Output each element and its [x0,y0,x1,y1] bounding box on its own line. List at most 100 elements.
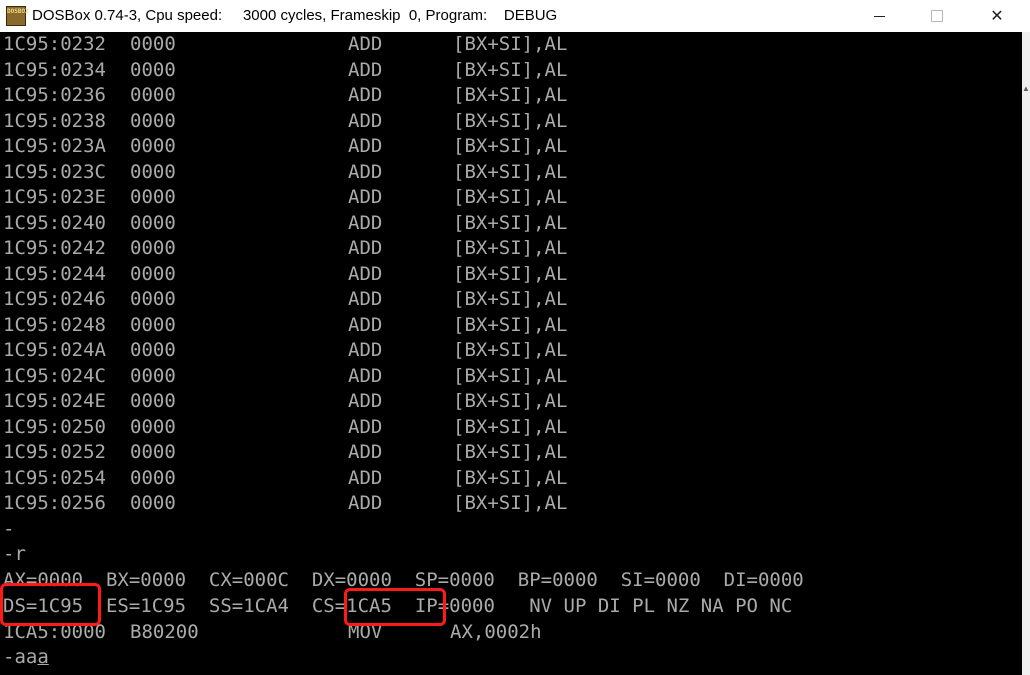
instruction-operands: [BX+SI],AL [453,160,568,183]
disassembly-line: 1C95:0250 0000 ADD [BX+SI],AL [3,415,1003,440]
instruction-address: 1C95:0252 [3,441,106,463]
disassembly-line: 1C95:0252 0000 ADD [BX+SI],AL [3,440,1003,465]
disassembly-line: 1C95:0236 0000 ADD [BX+SI],AL [3,83,1003,108]
instruction-operands: [BX+SI],AL [453,84,568,106]
instruction-bytes: 0000 [130,58,176,81]
instruction-bytes: 0000 [130,492,176,514]
typed-command: -aa [3,646,38,668]
disassembly-line: 1C95:0232 0000 ADD [BX+SI],AL [3,32,1003,57]
instruction-address: 1C95:023C [3,160,106,183]
instruction-operands: [BX+SI],AL [453,466,568,489]
instruction-bytes: 0000 [130,84,176,106]
instruction-address: 1C95:0234 [3,58,106,81]
instruction-opcode: ADD [348,313,383,336]
disassembly-line: 1C95:0244 0000 ADD [BX+SI],AL [3,262,1003,287]
disassembly-line: 1C95:0248 0000 ADD [BX+SI],AL [3,313,1003,338]
maximize-icon [931,10,943,22]
instruction-operands: [BX+SI],AL [453,364,568,387]
instruction-bytes: 0000 [130,160,176,183]
disassembly-line: 1C95:0242 0000 ADD [BX+SI],AL [3,236,1003,261]
minimize-button[interactable] [850,0,908,32]
disassembly-line: 1C95:024C 0000 ADD [BX+SI],AL [3,364,1003,389]
title-bar: DOS BOX DOSBox 0.74-3, Cpu speed: 3000 cy… [0,0,1030,32]
instruction-bytes: 0000 [130,33,176,55]
instruction-operands: [BX+SI],AL [453,211,568,234]
instruction-bytes: 0000 [130,109,176,132]
instruction-operands: [BX+SI],AL [453,237,568,259]
disassembly-line: 1C95:023A 0000 ADD [BX+SI],AL [3,134,1003,159]
instruction-opcode: ADD [348,58,383,81]
instruction-opcode: ADD [348,135,383,157]
instruction-address: 1C95:023A [3,135,106,157]
instruction-opcode: ADD [348,109,383,132]
es-ss-registers: ES=1C95 SS=1CA4 [83,595,312,617]
instruction-address: 1C95:0238 [3,109,106,132]
close-icon: ✕ [990,8,1004,25]
instruction-address: 1C95:023E [3,186,106,208]
instruction-operands: [BX+SI],AL [453,288,568,310]
instruction-bytes: 0000 [130,211,176,234]
dos-console[interactable]: 1C95:0232 0000 ADD [BX+SI],AL 1C95:0234 0000 A… [0,32,1022,675]
instruction-address: 1C95:0246 [3,288,106,310]
instruction-bytes: 0000 [130,237,176,259]
maximize-button[interactable] [908,0,966,32]
instruction-bytes: 0000 [130,441,176,463]
instruction-address: 1C95:0232 [3,33,106,55]
instruction-opcode: ADD [348,160,383,183]
instruction-opcode: ADD [348,262,383,285]
next-instruction-line: 1CA5:0000 B80200 MOV AX,0002h [3,620,1003,645]
instruction-address: 1C95:024E [3,390,106,412]
instruction-operands: [BX+SI],AL [453,186,568,208]
instruction-opcode: ADD [348,415,383,438]
instruction-opcode: ADD [348,364,383,387]
scroll-up-arrow-icon[interactable]: ▲ [1022,84,1030,94]
dosbox-app-icon[interactable]: DOS BOX [6,6,29,26]
disassembly-line: 1C95:0246 0000 ADD [BX+SI],AL [3,287,1003,312]
instruction-operands: [BX+SI],AL [453,313,568,336]
instruction-opcode: ADD [348,186,383,208]
command-line-r: -r [3,543,26,565]
instruction-bytes: 0000 [130,186,176,208]
ip-and-flags: IP=0000 NV UP DI PL NZ NA PO NC [391,595,793,617]
instruction-address: 1C95:0256 [3,492,106,514]
instruction-opcode: ADD [348,288,383,310]
scrollbar[interactable]: ▲ [1022,32,1030,675]
instruction-bytes: 0000 [130,313,176,336]
disassembly-line: 1C95:0240 0000 ADD [BX+SI],AL [3,211,1003,236]
instruction-operands: [BX+SI],AL [453,109,568,132]
instruction-operands: [BX+SI],AL [453,262,568,285]
instruction-opcode: ADD [348,33,383,55]
instruction-address: 1C95:0250 [3,415,106,438]
instruction-operands: [BX+SI],AL [453,492,568,514]
instruction-bytes: 0000 [130,390,176,412]
disassembly-line: 1C95:0238 0000 ADD [BX+SI],AL [3,109,1003,134]
instruction-bytes: B80200 [130,621,199,643]
instruction-operands: AX,0002h [450,621,542,643]
instruction-operands: [BX+SI],AL [453,441,568,463]
instruction-address: 1C95:0236 [3,84,106,106]
instruction-operands: [BX+SI],AL [453,415,568,438]
instruction-address: 1C95:0248 [3,313,106,336]
disassembly-line: 1C95:0234 0000 ADD [BX+SI],AL [3,58,1003,83]
instruction-opcode: ADD [348,211,383,234]
disassembly-line: 1C95:023E 0000 ADD [BX+SI],AL [3,185,1003,210]
instruction-address: 1C95:0254 [3,466,106,489]
instruction-opcode: ADD [348,237,383,259]
close-button[interactable]: ✕ [968,0,1026,32]
instruction-opcode: ADD [348,84,383,106]
instruction-address: 1C95:0244 [3,262,106,285]
ds-highlight-box [0,583,101,626]
disassembly-line: 1C95:0256 0000 ADD [BX+SI],AL [3,491,1003,516]
instruction-address: 1C95:024A [3,339,106,361]
instruction-operands: [BX+SI],AL [453,33,568,55]
instruction-bytes: 0000 [130,415,176,438]
instruction-address: 1C95:024C [3,364,106,387]
instruction-opcode: ADD [348,339,383,361]
window-title: DOSBox 0.74-3, Cpu speed: 3000 cycles, F… [32,7,558,24]
disassembly-line: 1C95:0254 0000 ADD [BX+SI],AL [3,466,1003,491]
instruction-opcode: ADD [348,390,383,412]
disassembly-line: 1C95:024E 0000 ADD [BX+SI],AL [3,389,1003,414]
instruction-operands: [BX+SI],AL [453,390,568,412]
input-line[interactable]: -aaa [3,645,49,670]
instruction-operands: [BX+SI],AL [453,339,568,361]
